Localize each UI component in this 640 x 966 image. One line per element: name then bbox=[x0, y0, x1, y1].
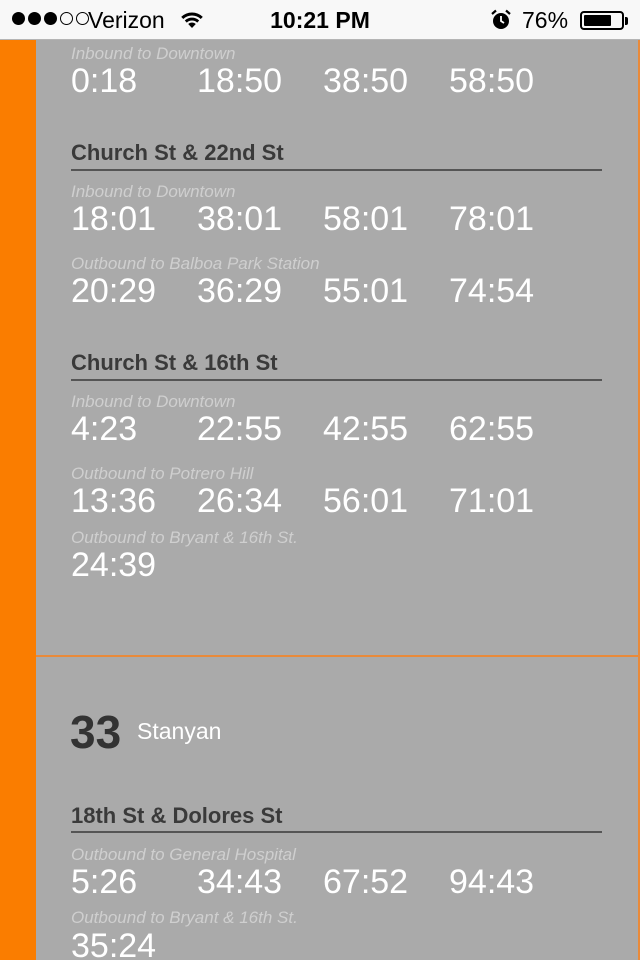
arrival-time: 56:01 bbox=[323, 482, 409, 520]
direction-label: Outbound to Balboa Park Station bbox=[71, 254, 320, 273]
arrival-time: 58:01 bbox=[323, 200, 409, 238]
status-bar: Verizon 10:21 PM 76% bbox=[0, 0, 640, 40]
battery-fill bbox=[584, 15, 611, 26]
arrival-times: 13:36 26:34 56:01 71:01 bbox=[71, 482, 575, 521]
arrival-time: 20:29 bbox=[71, 272, 157, 310]
direction-label: Outbound to Bryant & 16th St. bbox=[71, 908, 298, 927]
arrival-times: 0:18 18:50 38:50 58:50 bbox=[71, 62, 575, 101]
arrival-time: 36:29 bbox=[197, 272, 283, 310]
direction-label: Inbound to Downtown bbox=[71, 392, 236, 411]
arrival-times: 18:01 38:01 58:01 78:01 bbox=[71, 200, 575, 239]
battery-percent: 76% bbox=[522, 7, 569, 33]
arrival-time: 13:36 bbox=[71, 482, 157, 520]
arrival-times: 20:29 36:29 55:01 74:54 bbox=[71, 272, 575, 311]
stop-title[interactable]: Church St & 22nd St bbox=[71, 140, 284, 166]
route-card[interactable]: 33 Stanyan 18th St & Dolores St Outbound… bbox=[36, 657, 638, 965]
arrival-times: 4:23 22:55 42:55 62:55 bbox=[71, 410, 575, 449]
stop-divider bbox=[71, 169, 602, 171]
arrival-times: 24:39 bbox=[71, 546, 197, 585]
route-card[interactable]: Inbound to Downtown 0:18 18:50 38:50 58:… bbox=[36, 40, 638, 655]
direction-label: Inbound to Downtown bbox=[71, 182, 236, 201]
direction-label: Outbound to Bryant & 16th St. bbox=[71, 528, 298, 547]
arrival-time: 38:01 bbox=[197, 200, 283, 238]
arrival-time: 67:52 bbox=[323, 863, 409, 901]
stop-title[interactable]: 18th St & Dolores St bbox=[71, 803, 282, 829]
stop-divider bbox=[71, 379, 602, 381]
arrival-time: 24:39 bbox=[71, 546, 157, 584]
arrival-time: 38:50 bbox=[323, 62, 409, 100]
direction-label: Outbound to General Hospital bbox=[71, 845, 296, 864]
arrival-time: 42:55 bbox=[323, 410, 409, 448]
arrival-time: 22:55 bbox=[197, 410, 283, 448]
arrival-time: 34:43 bbox=[197, 863, 283, 901]
arrival-time: 74:54 bbox=[449, 272, 535, 310]
arrival-time: 18:01 bbox=[71, 200, 157, 238]
direction-label: Outbound to Potrero Hill bbox=[71, 464, 254, 483]
arrival-time: 35:24 bbox=[71, 927, 157, 965]
arrival-time: 71:01 bbox=[449, 482, 535, 520]
arrival-time: 0:18 bbox=[71, 62, 138, 100]
stop-divider bbox=[71, 831, 602, 833]
arrival-time: 5:26 bbox=[71, 863, 138, 901]
arrival-time: 94:43 bbox=[449, 863, 535, 901]
arrival-time: 18:50 bbox=[197, 62, 283, 100]
arrival-time: 62:55 bbox=[449, 410, 535, 448]
route-color-strip bbox=[0, 40, 36, 960]
battery-icon bbox=[580, 11, 624, 30]
arrival-time: 4:23 bbox=[71, 410, 138, 448]
battery-nub bbox=[625, 17, 628, 25]
arrival-times: 5:26 34:43 67:52 94:43 bbox=[71, 863, 575, 902]
route-name: Stanyan bbox=[137, 718, 222, 744]
stop-title[interactable]: Church St & 16th St bbox=[71, 350, 278, 376]
arrival-time: 26:34 bbox=[197, 482, 283, 520]
route-number: 33 bbox=[70, 706, 122, 758]
arrival-time: 58:50 bbox=[449, 62, 535, 100]
arrival-times: 35:24 bbox=[71, 927, 197, 966]
direction-label: Inbound to Downtown bbox=[71, 44, 236, 63]
arrival-time: 55:01 bbox=[323, 272, 409, 310]
arrival-time: 78:01 bbox=[449, 200, 535, 238]
alarm-clock-icon bbox=[490, 9, 512, 37]
